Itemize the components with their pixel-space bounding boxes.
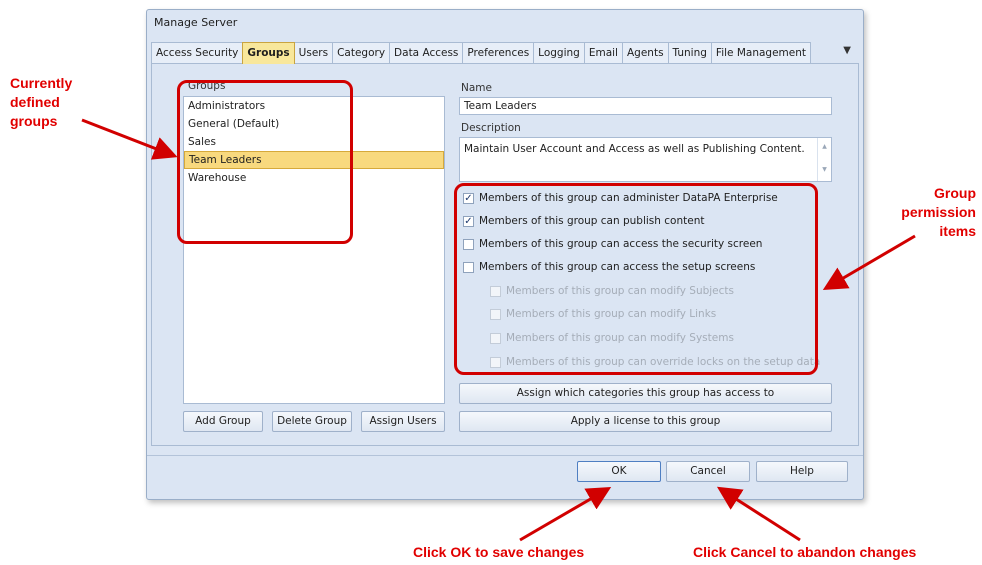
groups-arrow	[81, 118, 178, 160]
permissions-arrow	[822, 234, 916, 291]
annotation-arrows	[81, 118, 916, 542]
tab-groups[interactable]: Groups	[242, 42, 295, 64]
cancel-arrow	[716, 486, 801, 542]
ok-arrow	[519, 486, 612, 542]
